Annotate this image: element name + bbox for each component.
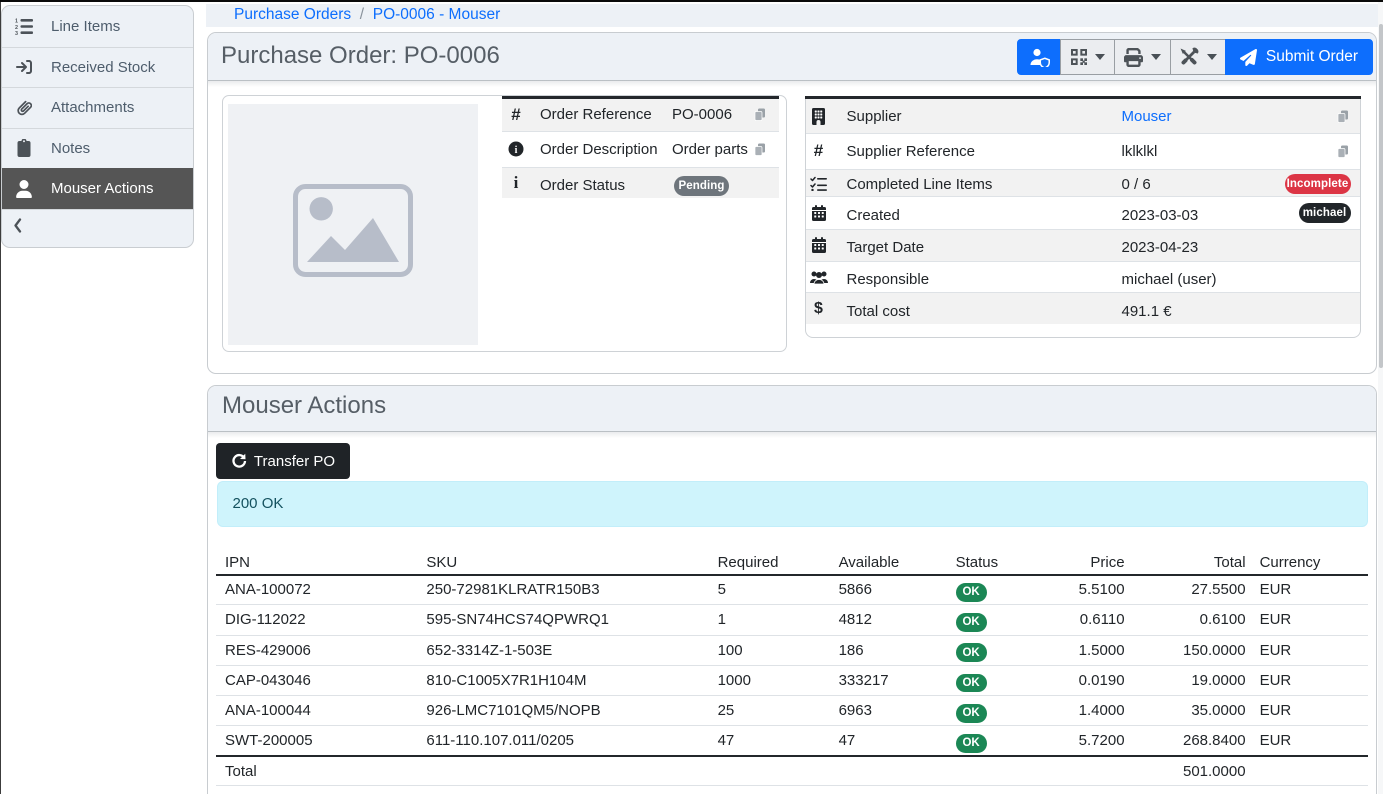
svg-text:i: i (515, 145, 518, 156)
svg-text:3: 3 (15, 31, 18, 35)
svg-text:2: 2 (15, 25, 18, 31)
svg-text:1: 1 (15, 18, 18, 24)
